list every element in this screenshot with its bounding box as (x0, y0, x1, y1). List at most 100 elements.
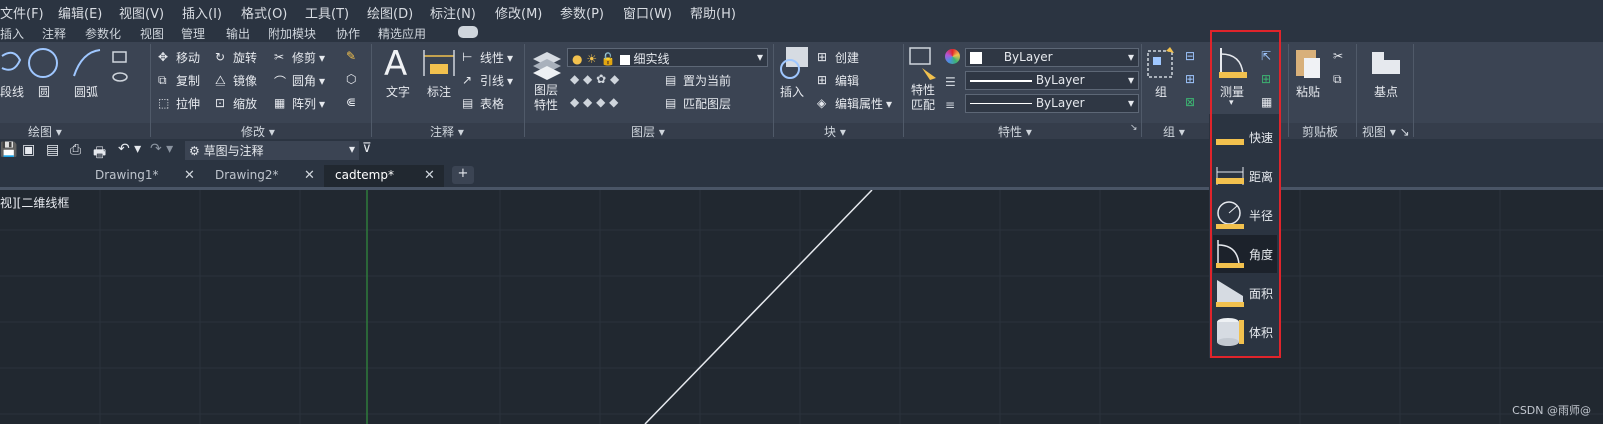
menu-dimension[interactable]: 标注(N) (430, 3, 476, 22)
workspace-dropdown[interactable]: ⚙ 草图与注释 ▾ (185, 141, 359, 160)
group-edit-icon[interactable]: ⊞ (1185, 72, 1195, 86)
menu-tools[interactable]: 工具(T) (305, 3, 349, 22)
doc-tab-drawing2[interactable]: Drawing2* ✕ (204, 165, 322, 187)
scale-button[interactable]: ⊡ 缩放 (215, 95, 257, 112)
table-button[interactable]: ▤ 表格 (462, 95, 504, 112)
trim-button[interactable]: ✂ 修剪 ▾ (274, 49, 325, 66)
drawn-line[interactable] (644, 190, 873, 424)
save-icon[interactable]: 💾 (0, 142, 17, 158)
tab-manage[interactable]: 管理 (181, 25, 205, 42)
layer-properties-icon (533, 52, 561, 80)
erase-icon[interactable]: ✎ (346, 49, 356, 63)
fillet-button[interactable]: ⌒ 圆角 ▾ (274, 72, 325, 90)
viewport-controls-label[interactable]: 视][二维线框 (0, 194, 69, 211)
tab-view[interactable]: 视图 (140, 25, 164, 42)
publish-icon[interactable]: ▤ (46, 142, 59, 158)
panel-title-annotation[interactable]: 注释 ▾ (430, 123, 464, 140)
circle-button[interactable]: 圆 (38, 83, 50, 100)
linetype-dropdown[interactable]: ByLayer ▾ (965, 71, 1139, 90)
layer-tools-row-2[interactable]: ◆ ◆ ◆ ◆ (570, 95, 618, 109)
offset-icon[interactable]: ⋐ (346, 95, 356, 109)
copy-clip-icon[interactable]: ⧉ (1333, 72, 1342, 87)
mirror-button[interactable]: ⧋ 镜像 (215, 72, 257, 89)
menu-help[interactable]: 帮助(H) (690, 3, 736, 22)
create-block-button[interactable]: ⊞ 创建 (817, 49, 859, 66)
drawing-area (0, 190, 1603, 424)
menu-view[interactable]: 视图(V) (119, 3, 164, 22)
color-wheel-icon[interactable] (945, 49, 960, 64)
match-properties-button[interactable]: 特性 匹配 (911, 83, 935, 113)
divider (1413, 44, 1414, 137)
layer-properties-button[interactable]: 图层 特性 (534, 83, 558, 113)
tab-featured-apps[interactable]: 精选应用 (378, 25, 426, 42)
menu-draw[interactable]: 绘图(D) (367, 3, 413, 22)
menu-format[interactable]: 格式(O) (241, 3, 287, 22)
edit-block-button[interactable]: ⊞ 编辑 (817, 72, 859, 89)
stretch-button[interactable]: ⬚ 拉伸 (158, 95, 200, 112)
panel-title-block[interactable]: 块 ▾ (824, 123, 846, 140)
insert-button[interactable]: 插入 (780, 83, 804, 100)
redo-icon[interactable]: ↷ ▾ (150, 141, 173, 157)
drawing-canvas[interactable]: 视][二维线框 (0, 190, 1603, 424)
ungroup-icon[interactable]: ⊟ (1185, 49, 1195, 63)
tab-output[interactable]: 输出 (226, 25, 250, 42)
doc-tab-cadtemp[interactable]: cadtemp* ✕ (324, 165, 444, 187)
set-current-button[interactable]: ▤ 置为当前 (665, 72, 731, 89)
dimension-button[interactable]: 标注 (427, 83, 451, 100)
plot-icon[interactable]: ⎙ (70, 142, 81, 158)
menu-insert[interactable]: 插入(I) (182, 3, 222, 22)
panel-title-draw[interactable]: 绘图 ▾ (28, 123, 62, 140)
scale-icon: ⊡ (215, 96, 226, 110)
base-button[interactable]: 基点 (1374, 83, 1398, 100)
layer-dropdown[interactable]: ● ☀ 🔓 细实线 ▾ (567, 48, 768, 67)
highlight-box (1210, 30, 1281, 358)
customize-qat-icon[interactable]: ⊽ (362, 141, 372, 156)
move-button[interactable]: ✥ 移动 (158, 49, 200, 66)
paste-button[interactable]: 粘贴 (1296, 83, 1320, 100)
arc-button[interactable]: 圆弧 (74, 83, 98, 100)
group-button[interactable]: 组 (1155, 83, 1167, 100)
menu-window[interactable]: 窗口(W) (623, 3, 672, 22)
close-icon[interactable]: ✕ (424, 168, 435, 183)
panel-title-modify[interactable]: 修改 ▾ (241, 123, 275, 140)
panel-title-properties[interactable]: 特性 ▾ (998, 123, 1032, 140)
panel-title-group[interactable]: 组 ▾ (1163, 123, 1185, 140)
panel-title-view[interactable]: 视图 ▾ ↘ (1362, 123, 1410, 140)
color-dropdown[interactable]: ByLayer ▾ (965, 48, 1139, 67)
tab-annotate[interactable]: 注释 (42, 25, 66, 42)
save-as-icon[interactable]: ▣ (22, 142, 35, 158)
cloud-icon[interactable] (458, 26, 478, 38)
doc-tab-drawing1[interactable]: Drawing1* ✕ (84, 165, 202, 187)
panel-title-clipboard[interactable]: 剪贴板 (1302, 123, 1338, 140)
text-button[interactable]: 文字 (386, 83, 410, 100)
polyline-button[interactable]: 段线 (0, 83, 24, 100)
layer-tools-row-1[interactable]: ◆ ◆ ✿ ◆ (570, 72, 619, 86)
menu-edit[interactable]: 编辑(E) (58, 3, 102, 22)
array-button[interactable]: ▦ 阵列 ▾ (274, 95, 325, 112)
leader-button[interactable]: ↗ 引线 ▾ (462, 72, 513, 89)
group-select-icon[interactable]: ⊠ (1185, 95, 1195, 109)
menu-file[interactable]: 文件(F) (0, 3, 44, 22)
explode-icon[interactable]: ⬡ (346, 72, 356, 86)
panel-launcher-icon[interactable]: ↘ (1130, 123, 1138, 133)
cut-icon[interactable]: ✂ (1333, 49, 1343, 63)
match-layer-button[interactable]: ▤ 匹配图层 (665, 95, 731, 112)
edit-attributes-button[interactable]: ◈ 编辑属性 ▾ (817, 95, 892, 112)
new-tab-button[interactable]: + (452, 166, 474, 184)
close-icon[interactable]: ✕ (304, 168, 315, 183)
undo-icon[interactable]: ↶ ▾ (118, 141, 141, 157)
match-properties-icon (909, 47, 936, 80)
tab-insert[interactable]: 插入 (0, 25, 24, 42)
copy-button[interactable]: ⧉ 复制 (158, 72, 200, 89)
menu-parametric[interactable]: 参数(P) (560, 3, 604, 22)
rotate-button[interactable]: ↻ 旋转 (215, 49, 257, 66)
lineweight-dropdown[interactable]: ByLayer ▾ (965, 94, 1139, 113)
panel-title-layer[interactable]: 图层 ▾ (631, 123, 665, 140)
menu-modify[interactable]: 修改(M) (495, 3, 542, 22)
trim-icon: ✂ (274, 50, 285, 64)
linear-dim-button[interactable]: ⊢ 线性 ▾ (462, 49, 513, 66)
tab-addins[interactable]: 附加模块 (268, 25, 316, 42)
tab-parametric[interactable]: 参数化 (85, 25, 121, 42)
tab-collaborate[interactable]: 协作 (336, 25, 360, 42)
close-icon[interactable]: ✕ (184, 168, 195, 183)
